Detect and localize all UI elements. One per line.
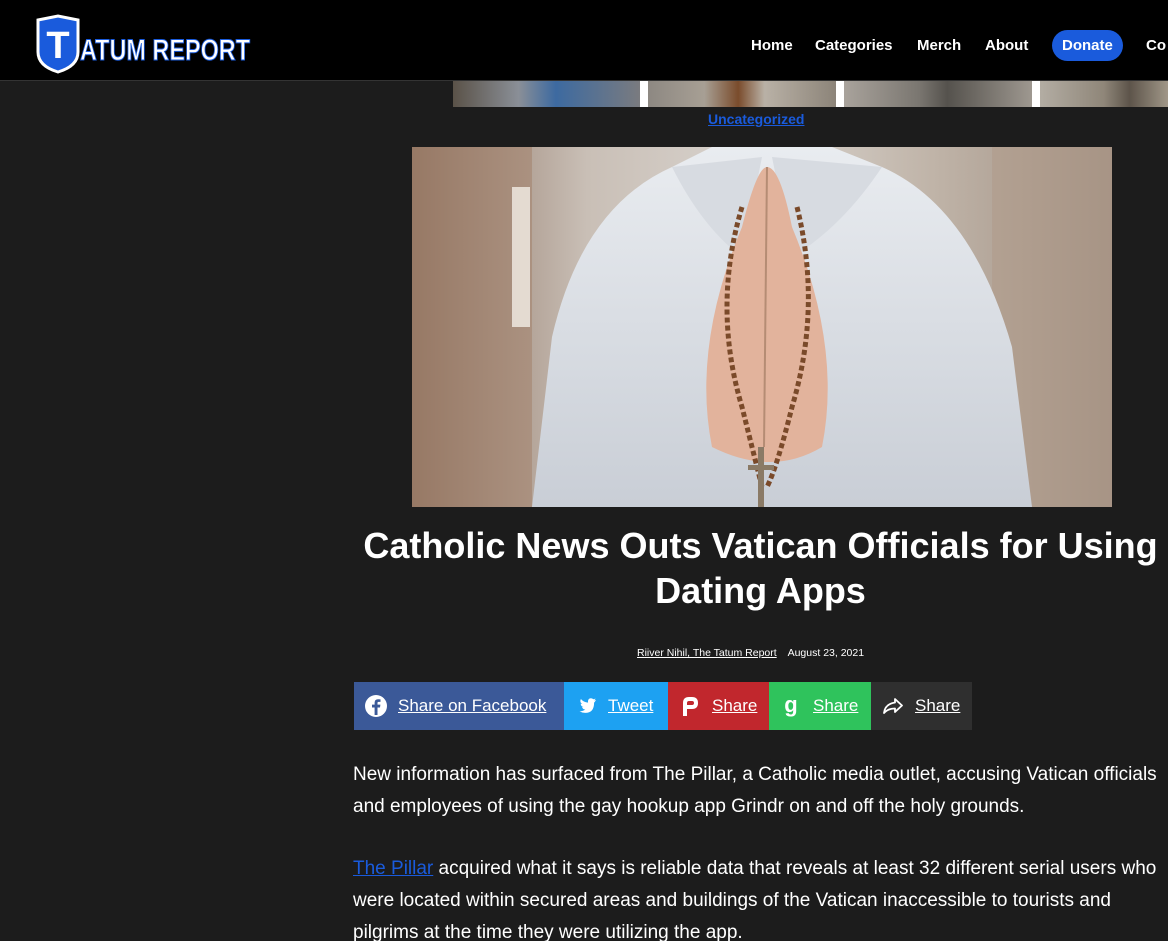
share-icon xyxy=(883,698,903,714)
related-thumbnail[interactable] xyxy=(453,81,640,107)
site-logo[interactable]: T ATUM REPORT xyxy=(28,12,254,74)
svg-text:ATUM REPORT: ATUM REPORT xyxy=(80,34,250,67)
article-paragraph: The Pillar acquired what it says is reli… xyxy=(353,853,1168,941)
share-parler-button[interactable]: Share xyxy=(668,682,769,730)
share-parler-label: Share xyxy=(712,696,758,715)
parler-icon xyxy=(683,697,698,716)
nav-merch[interactable]: Merch xyxy=(917,37,961,54)
nav-contact[interactable]: Co xyxy=(1146,37,1166,54)
svg-text:g: g xyxy=(784,694,797,717)
article-title: Catholic News Outs Vatican Officials for… xyxy=(363,525,1158,611)
article-meta: Riiver Nihil, The Tatum Report August 23… xyxy=(637,647,864,659)
donate-button[interactable]: Donate xyxy=(1052,30,1123,61)
article-paragraph: New information has surfaced from The Pi… xyxy=(353,764,1157,817)
related-thumbnail[interactable] xyxy=(648,81,836,107)
related-thumbnail[interactable] xyxy=(844,81,1032,107)
gab-icon: g xyxy=(784,694,797,717)
share-gab-button[interactable]: g Share xyxy=(769,682,871,730)
author-link[interactable]: Riiver Nihil, The Tatum Report xyxy=(637,647,777,659)
publish-date: August 23, 2021 xyxy=(787,647,865,659)
category-link[interactable]: Uncategorized xyxy=(708,111,804,127)
nav-home[interactable]: Home xyxy=(751,37,793,54)
share-generic-label: Share xyxy=(915,696,961,715)
featured-image xyxy=(412,147,1112,507)
svg-text:T: T xyxy=(46,25,69,67)
related-thumbnail[interactable] xyxy=(1040,81,1168,107)
twitter-icon xyxy=(579,698,596,713)
facebook-icon xyxy=(365,695,387,717)
share-twitter-label: Tweet xyxy=(608,696,654,715)
share-facebook-label: Share on Facebook xyxy=(398,696,547,715)
nav-about[interactable]: About xyxy=(985,37,1028,54)
nav-categories[interactable]: Categories xyxy=(815,37,893,54)
share-bar: Share on Facebook Tweet Share g Share Sh… xyxy=(354,682,972,730)
share-facebook-button[interactable]: Share on Facebook xyxy=(354,682,564,730)
share-twitter-button[interactable]: Tweet xyxy=(564,682,668,730)
site-header: T ATUM REPORT Home Categories Merch Abou… xyxy=(0,0,1168,81)
share-gab-label: Share xyxy=(813,696,859,715)
source-link[interactable]: The Pillar xyxy=(353,858,433,879)
paragraph-text: acquired what it says is reliable data t… xyxy=(353,858,1157,941)
share-generic-button[interactable]: Share xyxy=(871,682,972,730)
related-thumbnails xyxy=(453,81,1168,107)
